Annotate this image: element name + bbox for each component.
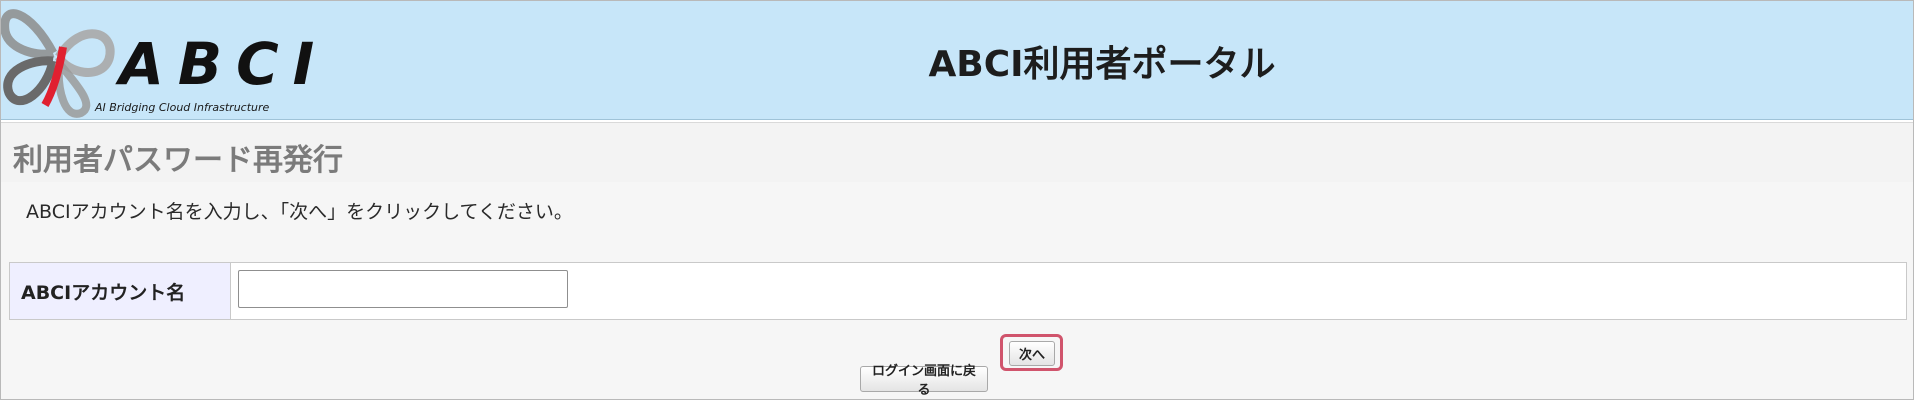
account-name-input[interactable] bbox=[238, 270, 568, 308]
main-content: ABCIアカウント名を入力し、「次へ」をクリックしてください。 ABCIアカウン… bbox=[1, 182, 1913, 399]
page-heading-bar: 利用者パスワード再発行 bbox=[1, 122, 1913, 183]
page-frame: ABCI AI Bridging Cloud Infrastructure AB… bbox=[0, 0, 1914, 400]
back-to-login-button[interactable]: ログイン画面に戻る bbox=[860, 364, 988, 398]
page-title: 利用者パスワード再発行 bbox=[13, 143, 343, 178]
account-name-label: ABCIアカウント名 bbox=[10, 263, 231, 319]
header: ABCI AI Bridging Cloud Infrastructure AB… bbox=[1, 1, 1913, 120]
instruction-text: ABCIアカウント名を入力し、「次へ」をクリックしてください。 bbox=[26, 201, 573, 223]
next-button[interactable]: 次へ bbox=[1009, 341, 1055, 366]
account-form-row: ABCIアカウント名 bbox=[9, 262, 1907, 320]
logo-subtitle: AI Bridging Cloud Infrastructure bbox=[95, 101, 270, 114]
account-name-cell bbox=[231, 263, 1906, 319]
portal-title: ABCI利用者ポータル bbox=[928, 44, 1276, 85]
